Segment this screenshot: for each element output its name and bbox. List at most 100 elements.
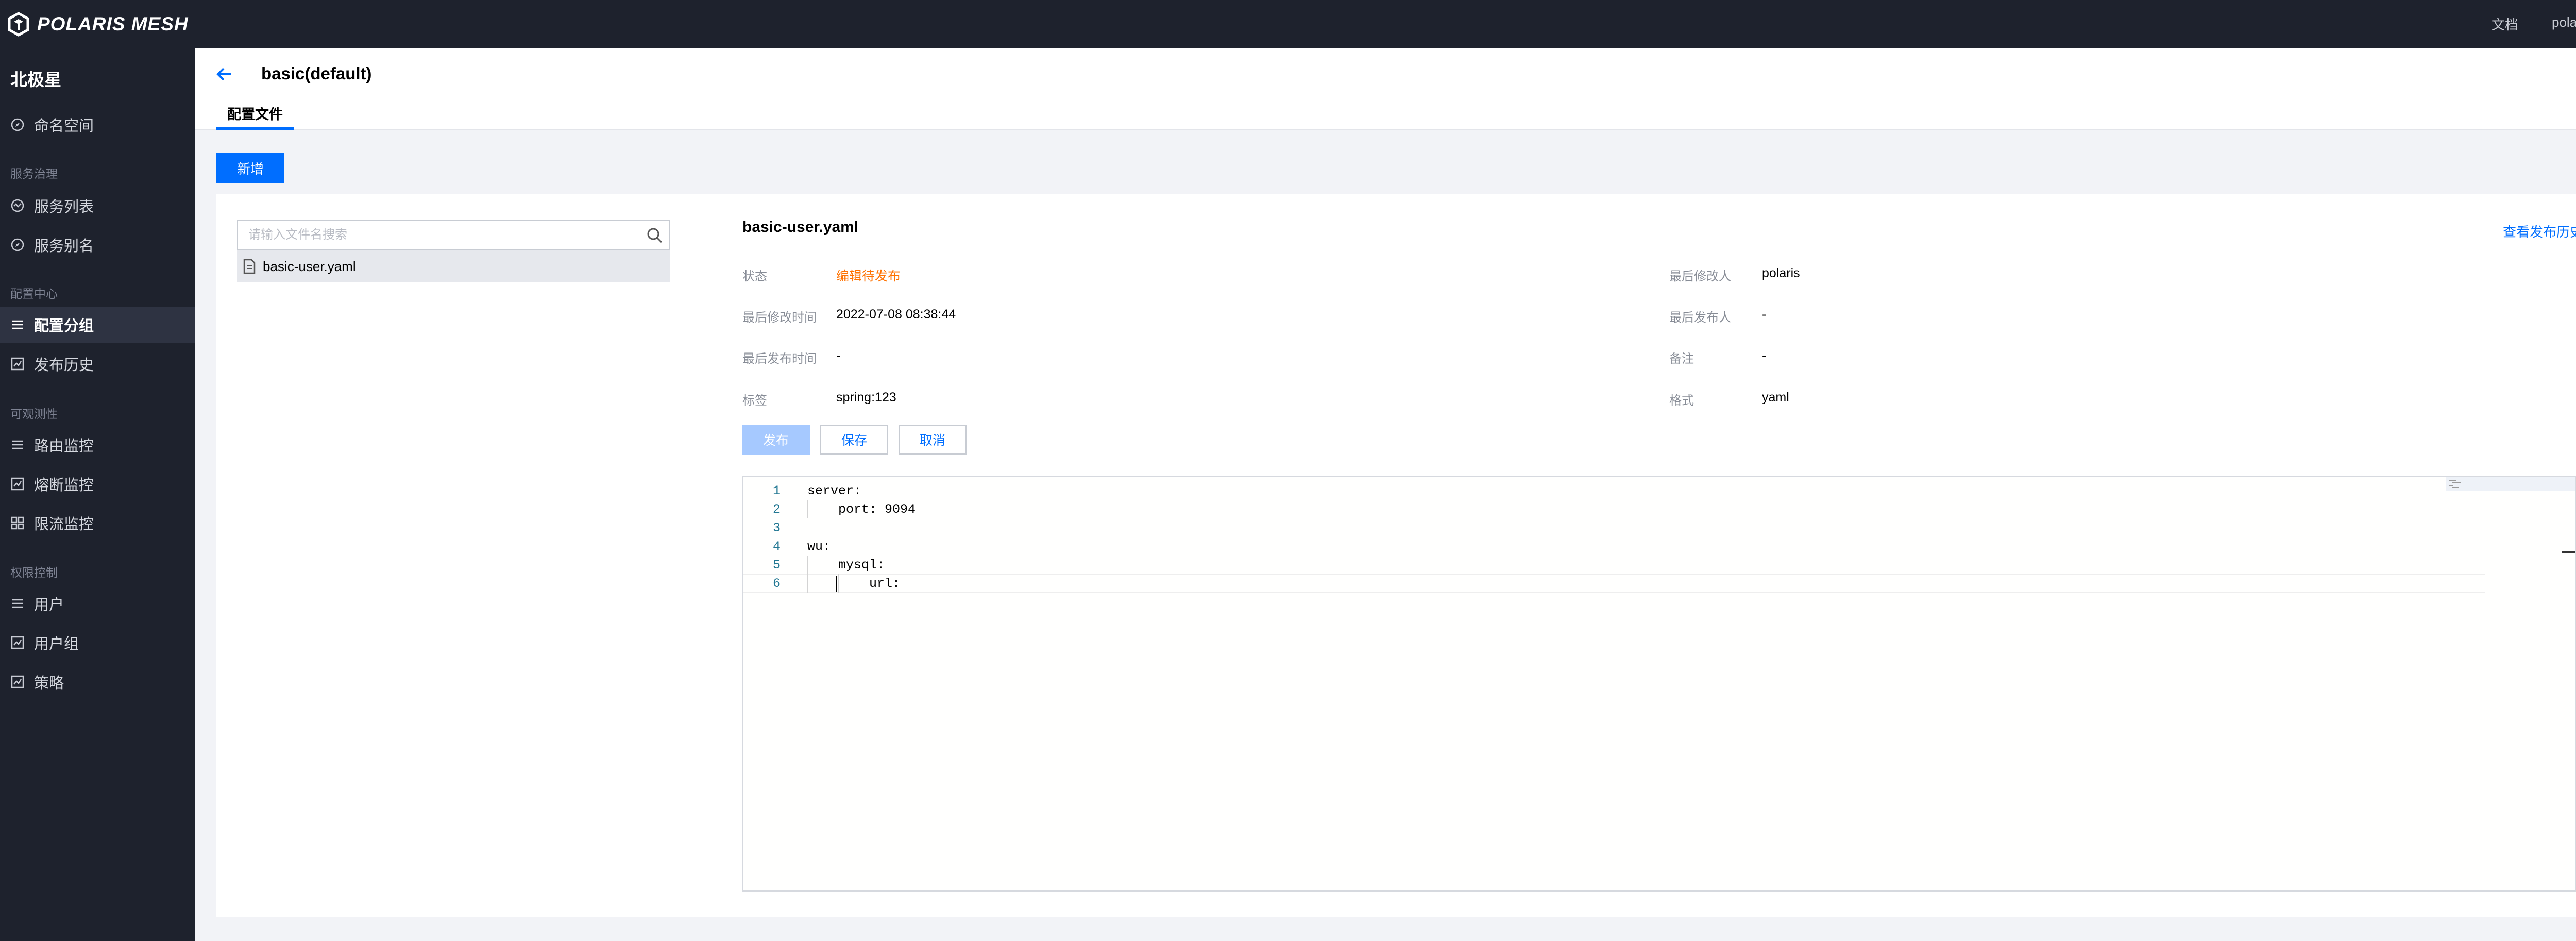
code-text: wu: [807, 539, 831, 554]
sidebar-item-label: 命名空间 [34, 118, 94, 135]
sidebar-item-service-list[interactable]: 服务列表 [0, 188, 195, 224]
text-cursor [836, 576, 837, 592]
tags-label: 标签 [742, 394, 767, 408]
sidebar-item-users[interactable]: 用户 [0, 585, 195, 621]
file-search-box [237, 220, 670, 250]
add-button[interactable]: 新增 [216, 153, 284, 183]
file-list-item[interactable]: basic-user.yaml [237, 250, 670, 282]
sidebar-item-publish-history[interactable]: 发布历史 [0, 346, 195, 382]
line-number: 1 [772, 483, 781, 498]
format-value: yaml [1762, 390, 1789, 405]
code-text: url: [807, 576, 901, 591]
page-header: basic(default) 配置文件 [195, 48, 2576, 130]
chart-box-icon [10, 357, 25, 371]
code-text: port: 9094 [807, 501, 916, 517]
scroll-position-marker [2562, 551, 2575, 553]
sidebar-item-label: 服务别名 [34, 238, 94, 255]
status-badge: 编辑待发布 [836, 269, 901, 283]
sidebar-item-circuit-monitor[interactable]: 熔断监控 [0, 466, 195, 502]
sidebar-item-route-monitor[interactable]: 路由监控 [0, 427, 195, 463]
file-name: basic-user.yaml [263, 258, 356, 274]
docs-link[interactable]: 文档 [2492, 14, 2518, 33]
line-number: 5 [772, 557, 781, 573]
modified-time-value: 2022-07-08 08:38:44 [836, 307, 956, 322]
sidebar-item-label: 服务列表 [34, 199, 94, 215]
top-bar: POLARIS MESH 文档 pola [0, 0, 2576, 48]
page-title: basic(default) [261, 64, 372, 83]
comment-value: - [1762, 348, 1767, 363]
polaris-logo[interactable]: POLARIS MESH [6, 9, 189, 39]
save-button[interactable]: 保存 [820, 425, 888, 455]
sidebar-item-policies[interactable]: 策略 [0, 664, 195, 700]
code-line: 4 wu: [743, 537, 2485, 556]
sidebar-item-label: 限流监控 [34, 516, 94, 533]
search-icon[interactable] [646, 227, 664, 244]
line-number: 3 [772, 520, 781, 535]
sidebar-item-config-group[interactable]: 配置分组 [0, 307, 195, 343]
code-editor[interactable]: 1 server: 2 port: 9094 3 4 wu: 5 mysql: … [742, 476, 2576, 892]
menu-list-icon [10, 317, 25, 332]
code-line: 5 mysql: [743, 556, 2485, 574]
publisher-label: 最后发布人 [1669, 311, 1731, 325]
section-label-auth: 权限控制 [10, 566, 58, 579]
chart-box-icon [10, 635, 25, 650]
indent-guide [807, 556, 808, 593]
view-publish-history-link[interactable]: 查看发布历史 [2503, 222, 2576, 241]
sidebar-item-label: 熔断监控 [34, 477, 94, 494]
grid-icon [10, 516, 25, 530]
logo-text: POLARIS MESH [37, 13, 189, 35]
modified-time-label: 最后修改时间 [742, 311, 817, 325]
sidebar-item-user-groups[interactable]: 用户组 [0, 625, 195, 661]
publisher-value: - [1762, 307, 1767, 322]
indent-guide [807, 500, 808, 518]
minimap-preview [2446, 477, 2575, 491]
sidebar-item-label: 用户组 [34, 636, 79, 652]
sidebar-item-service-alias[interactable]: 服务别名 [0, 227, 195, 263]
user-menu[interactable]: pola [2552, 14, 2576, 30]
compass-icon [10, 117, 25, 132]
sidebar-item-namespace[interactable]: 命名空间 [0, 107, 195, 143]
config-card: basic-user.yaml basic-user.yaml 查看发布历史 状… [216, 194, 2576, 917]
section-label-observability: 可观测性 [10, 407, 58, 421]
sidebar-item-label: 用户 [34, 597, 64, 613]
line-number: 6 [772, 576, 781, 591]
sidebar-item-label: 策略 [34, 675, 64, 692]
back-arrow-icon[interactable] [214, 64, 234, 85]
editor-scrollbar[interactable] [2560, 477, 2575, 890]
publish-button[interactable]: 发布 [742, 425, 810, 455]
cancel-button[interactable]: 取消 [899, 425, 967, 455]
sidebar-item-label: 路由监控 [34, 438, 94, 455]
code-line: 3 [743, 518, 2485, 537]
modifier-label: 最后修改人 [1669, 270, 1731, 283]
modifier-value: polaris [1762, 266, 1800, 280]
format-label: 格式 [1669, 394, 1694, 408]
code-line: 1 server: [743, 481, 2485, 500]
indent-guide [838, 574, 839, 593]
menu-list-icon [10, 438, 25, 452]
line-number: 4 [772, 539, 781, 554]
compass-icon [10, 238, 25, 252]
status-label: 状态 [742, 270, 767, 283]
polaris-logo-icon [8, 12, 29, 37]
menu-list-icon [10, 596, 25, 611]
file-title: basic-user.yaml [742, 219, 859, 236]
chart-box-icon [10, 477, 25, 491]
tags-value: spring:123 [836, 390, 896, 405]
tab-config-files[interactable]: 配置文件 [216, 103, 294, 130]
section-label-service: 服务治理 [10, 167, 58, 180]
code-line-current: 6 url: [743, 574, 2485, 593]
sidebar: 北极星 命名空间 服务治理 服务列表 服务别名 配置中心 配置分组 发布历史 可… [0, 48, 195, 941]
sidebar-item-label: 发布历史 [34, 357, 94, 374]
service-list-icon [10, 198, 25, 213]
chart-box-icon [10, 675, 25, 689]
editor-minimap[interactable] [2446, 477, 2575, 890]
comment-label: 备注 [1669, 352, 1694, 366]
code-line: 2 port: 9094 [743, 500, 2485, 518]
section-label-config: 配置中心 [10, 287, 58, 300]
line-number: 2 [772, 501, 781, 517]
sidebar-title: 北极星 [10, 70, 61, 89]
published-time-value: - [836, 348, 841, 363]
sidebar-item-ratelimit-monitor[interactable]: 限流监控 [0, 505, 195, 541]
file-icon [243, 259, 256, 274]
file-search-input[interactable] [238, 222, 630, 248]
